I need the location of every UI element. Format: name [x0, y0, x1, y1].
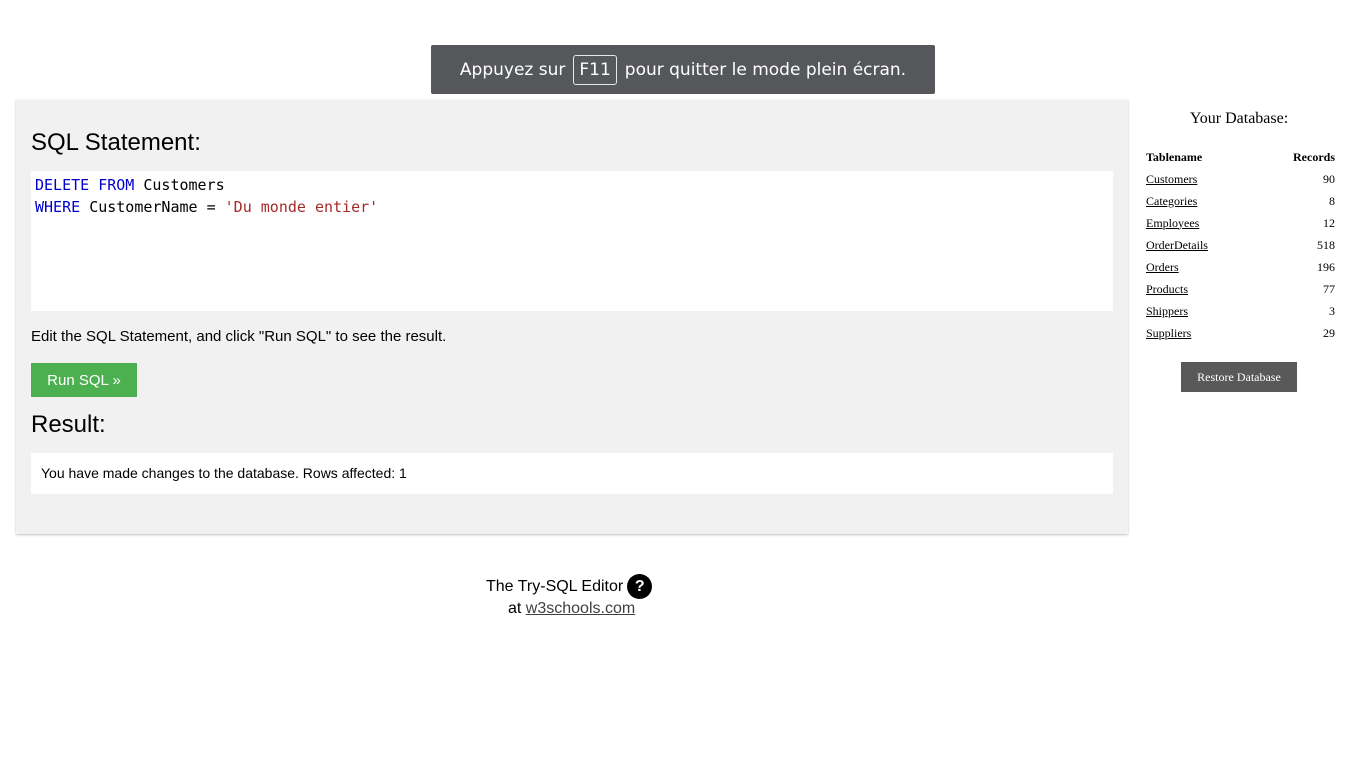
footer-editor-credit: The Try-SQL Editor ?: [486, 574, 653, 599]
keyword-delete: DELETE: [35, 176, 90, 194]
operator: =: [206, 198, 216, 216]
w3schools-link[interactable]: w3schools.com: [526, 600, 635, 617]
string-literal: 'Du monde entier': [224, 198, 379, 216]
restore-database-button[interactable]: Restore Database: [1181, 362, 1297, 392]
table-link-employees[interactable]: Employees: [1146, 216, 1199, 230]
record-count: 196: [1317, 259, 1335, 274]
table-row: Customers 90: [1146, 168, 1335, 190]
sql-editor-panel: SQL Statement: DELETE FROM Customers WHE…: [16, 100, 1128, 534]
sql-code-editor[interactable]: DELETE FROM Customers WHERE CustomerName…: [31, 171, 1113, 311]
header-records: Records: [1293, 149, 1335, 164]
footer-editor-label: The Try-SQL Editor: [486, 577, 624, 595]
sql-statement-title: SQL Statement:: [31, 129, 201, 156]
record-count: 77: [1323, 281, 1335, 296]
table-identifier: Customers: [143, 176, 225, 194]
table-row: Orders 196: [1146, 256, 1335, 278]
result-box: You have made changes to the database. R…: [31, 453, 1113, 494]
fullscreen-notice-before: Appuyez sur: [459, 59, 566, 80]
record-count: 12: [1323, 215, 1335, 230]
table-link-shippers[interactable]: Shippers: [1146, 304, 1188, 318]
table-link-categories[interactable]: Categories: [1146, 194, 1197, 208]
table-link-products[interactable]: Products: [1146, 282, 1188, 296]
table-link-suppliers[interactable]: Suppliers: [1146, 326, 1191, 340]
record-count: 3: [1329, 303, 1335, 318]
database-title: Your Database:: [1189, 110, 1289, 127]
footer-at-label: at: [508, 600, 522, 617]
record-count: 90: [1323, 171, 1335, 186]
result-message: You have made changes to the database. R…: [41, 465, 407, 481]
code-line-2: WHERE CustomerName = 'Du monde entier': [35, 196, 378, 218]
run-sql-button[interactable]: Run SQL »: [31, 363, 137, 397]
table-row: Products 77: [1146, 278, 1335, 300]
code-line-1: DELETE FROM Customers: [35, 174, 225, 196]
table-row: Categories 8: [1146, 190, 1335, 212]
record-count: 8: [1329, 193, 1335, 208]
table-row: OrderDetails 518: [1146, 234, 1335, 256]
keyword-from: FROM: [98, 176, 135, 194]
result-title: Result:: [31, 411, 106, 438]
record-count: 518: [1317, 237, 1335, 252]
help-circle-icon[interactable]: ?: [627, 574, 653, 599]
table-row: Employees 12: [1146, 212, 1335, 234]
f11-key-badge: F11: [573, 54, 617, 85]
header-tablename: Tablename: [1146, 149, 1203, 164]
database-table-header: Tablename Records: [1146, 146, 1335, 168]
table-link-customers[interactable]: Customers: [1146, 172, 1197, 186]
footer-site-credit: at w3schools.com: [508, 599, 635, 619]
database-table: Tablename Records Customers 90 Categorie…: [1146, 146, 1335, 344]
database-panel: Your Database: Tablename Records Custome…: [1142, 108, 1336, 392]
column-identifier: CustomerName: [89, 198, 198, 216]
editor-hint: Edit the SQL Statement, and click "Run S…: [31, 328, 447, 345]
fullscreen-notice-after: pour quitter le mode plein écran.: [624, 59, 907, 80]
fullscreen-notice: Appuyez sur F11 pour quitter le mode ple…: [431, 45, 935, 94]
table-row: Suppliers 29: [1146, 322, 1335, 344]
table-link-orderdetails[interactable]: OrderDetails: [1146, 238, 1208, 252]
record-count: 29: [1323, 325, 1335, 340]
table-link-orders[interactable]: Orders: [1146, 260, 1179, 274]
table-row: Shippers 3: [1146, 300, 1335, 322]
keyword-where: WHERE: [35, 198, 81, 216]
